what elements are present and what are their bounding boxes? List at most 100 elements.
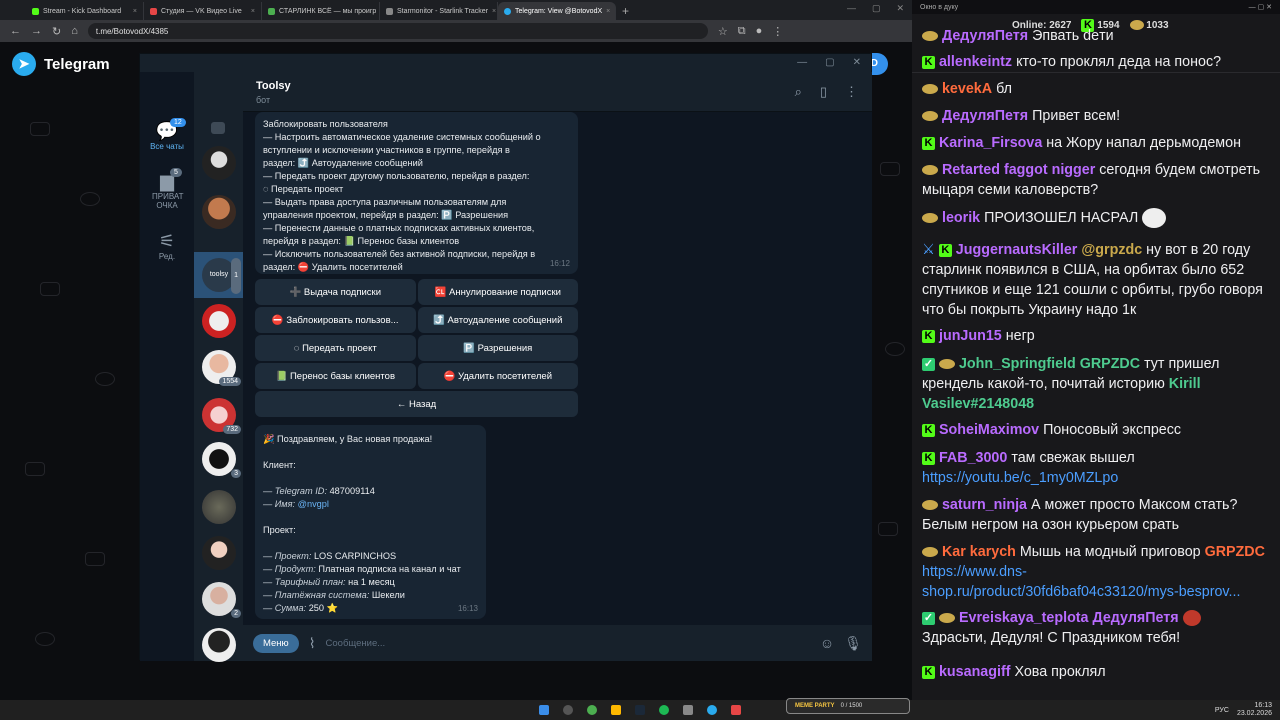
url-field[interactable]: t.me/BotovodX/4385: [87, 23, 708, 39]
avatar[interactable]: 732: [202, 398, 241, 434]
back-button[interactable]: ← Назад: [255, 391, 578, 417]
archive-icon[interactable]: [211, 122, 225, 134]
tab-starmonitor[interactable]: Starmonitor - Starlink Tracker ×: [380, 2, 498, 20]
cancel-subscription-button[interactable]: 🆑 Аннулирование подписки: [417, 279, 578, 305]
chrome-icon[interactable]: [587, 705, 597, 715]
avatar[interactable]: 1554: [202, 350, 241, 386]
minimize-icon[interactable]: —: [797, 57, 807, 68]
explorer-icon[interactable]: [611, 705, 621, 715]
reload-icon[interactable]: ↻: [52, 25, 61, 38]
address-bar: ← → ↻ ⌂ t.me/BotovodX/4385 ☆ ⧉ ● ⋮: [0, 20, 912, 42]
tab-vk[interactable]: Студия — VK Видео Live ×: [144, 2, 262, 20]
more-icon[interactable]: ⋮: [772, 25, 783, 38]
windows-start-icon[interactable]: [539, 705, 549, 715]
message-composer: Меню ⌇ Сообщение... ☺ 🎙: [243, 625, 872, 661]
chat-status: бот: [256, 95, 271, 105]
transfer-clients-button[interactable]: 📗 Перенос базы клиентов: [255, 363, 416, 389]
chat-message: ✓ John_Springfield GRPZDC тут пришел кре…: [922, 356, 1220, 412]
extensions-icon[interactable]: ⧉: [738, 25, 746, 38]
system-tray: РУС 16:13 23.02.2026: [1214, 702, 1272, 717]
star-icon[interactable]: ☆: [718, 25, 728, 38]
message-input[interactable]: Сообщение...: [326, 638, 810, 649]
message-time: 16:12: [549, 259, 570, 268]
close-icon[interactable]: ×: [251, 8, 255, 15]
issue-subscription-button[interactable]: ➕ Выдача подписки: [255, 279, 416, 305]
block-user-button[interactable]: ⛔ Заблокировать пользов...: [255, 307, 416, 333]
kick-badge-icon: K: [922, 423, 935, 437]
chat-message: K allenkeintz кто-то проклял деда на пон…: [922, 52, 1274, 72]
auto-delete-button[interactable]: ⤴️ Автоудаление сообщений: [417, 307, 578, 333]
transfer-project-button[interactable]: ◌ Передать проект: [255, 335, 416, 361]
chat-message: ДедуляПетя Эпвать deти: [922, 26, 1274, 46]
maximize-icon[interactable]: ▢: [825, 57, 834, 68]
kick-badge-icon: K: [922, 136, 935, 150]
back-icon[interactable]: ←: [10, 25, 21, 37]
meme-party-widget: MEME PARTY 0 / 1500: [786, 698, 910, 714]
new-tab-button[interactable]: +: [616, 2, 635, 20]
vk-badge-icon: [938, 613, 955, 624]
search-icon[interactable]: [563, 705, 573, 715]
folder-sidebar: 💬 12 Все чаты ▆ 5 ПРИВАТ ОЧКА ⚟ Ред.: [140, 72, 194, 661]
maximize-icon[interactable]: ▢: [872, 3, 881, 14]
avatar[interactable]: 3: [202, 442, 241, 478]
avatar-toolsy[interactable]: toolsy 1: [202, 258, 241, 294]
permissions-button[interactable]: 🅿️ Разрешения: [417, 335, 578, 361]
steam-icon[interactable]: [635, 705, 645, 715]
avatar[interactable]: [202, 536, 236, 570]
search-icon[interactable]: ⌕: [795, 84, 802, 100]
folder-all-chats[interactable]: 💬 12 Все чаты: [140, 118, 194, 151]
emoji-icon[interactable]: ☺: [820, 635, 834, 651]
app-icon[interactable]: [683, 705, 693, 715]
home-icon[interactable]: ⌂: [71, 25, 78, 37]
close-window-icon[interactable]: ✕: [896, 3, 904, 14]
chat-message: Retarted faggot nigger сегодня будем смо…: [922, 162, 1261, 198]
telegram-icon[interactable]: [707, 705, 717, 715]
check-badge-icon: ✓: [922, 611, 935, 625]
vk-badge-icon: [938, 359, 955, 370]
chat-message: K SoheiMaximov Поносовый экспресс: [922, 420, 1274, 440]
bot-menu-button[interactable]: Меню: [253, 633, 299, 653]
sidebar-toggle-icon[interactable]: ▯: [820, 84, 827, 100]
avatar[interactable]: [202, 490, 236, 524]
window-controls[interactable]: — ▢ ✕: [1249, 3, 1272, 11]
folder-edit[interactable]: ⚟ Ред.: [140, 232, 194, 261]
close-icon[interactable]: ×: [133, 8, 137, 15]
telegram-app-window: — ▢ ✕ ≡ ⌕ 💬 12 Все чаты ▆ 5 ПРИВАТ ОЧКА …: [139, 53, 872, 662]
avatar[interactable]: [202, 304, 236, 338]
chat-message: saturn_ninja А может просто Максом стать…: [922, 497, 1238, 533]
profile-icon[interactable]: ●: [756, 25, 763, 37]
check-badge-icon: ✓: [922, 357, 935, 371]
dns-shop-link[interactable]: https://www.dns-shop.ru/product/30fd6baf…: [922, 564, 1240, 600]
more-vertical-icon[interactable]: ⋮: [845, 84, 858, 100]
chat-message: ДедуляПетя Привет всем!: [922, 106, 1274, 126]
forward-icon[interactable]: →: [31, 25, 42, 37]
tab-starlink[interactable]: СТАРЛИНК ВСЁ — мы проигр×: [262, 2, 380, 20]
remove-visitors-button[interactable]: ⛔ Удалить посетителей: [417, 363, 578, 389]
obs-icon[interactable]: [731, 705, 741, 715]
close-icon[interactable]: ×: [492, 8, 496, 15]
close-icon[interactable]: ×: [606, 8, 610, 15]
chat-message: ⚔ K JuggernautsKiller @grpzdc ну вот в 2…: [922, 242, 1263, 318]
username-link[interactable]: @nvgpl: [298, 499, 329, 509]
vk-badge-icon: [922, 111, 938, 122]
avatar[interactable]: [202, 146, 236, 180]
folder-private[interactable]: ▆ 5 ПРИВАТ ОЧКА: [140, 168, 194, 210]
tab-telegram[interactable]: Telegram: View @BotovodX ×: [498, 2, 616, 20]
spotify-icon[interactable]: [659, 705, 669, 715]
chat-title: Toolsy: [256, 80, 291, 92]
minimize-icon[interactable]: —: [847, 3, 856, 14]
bot-help-message: Заблокировать пользователя — Настроить а…: [255, 112, 578, 274]
chat-message: K junJun15 негр: [922, 326, 1274, 346]
sword-badge-icon: ⚔: [922, 242, 935, 258]
tab-kick[interactable]: Stream - Kick Dashboard ×: [26, 2, 144, 20]
avatar[interactable]: 2: [202, 582, 241, 618]
close-icon[interactable]: ✕: [853, 57, 861, 68]
attach-icon[interactable]: ⌇: [309, 635, 316, 652]
avatar[interactable]: [202, 195, 236, 229]
telegram-favicon-icon: [504, 7, 511, 15]
chat-header[interactable]: Toolsy бот ⌕ ▯ ⋮: [243, 72, 872, 112]
microphone-icon[interactable]: 🎙: [844, 635, 862, 652]
heart-emote-icon: [1182, 610, 1201, 627]
youtube-link[interactable]: https://youtu.be/c_1my0MZLpo: [922, 470, 1118, 486]
avatar[interactable]: [202, 628, 236, 662]
